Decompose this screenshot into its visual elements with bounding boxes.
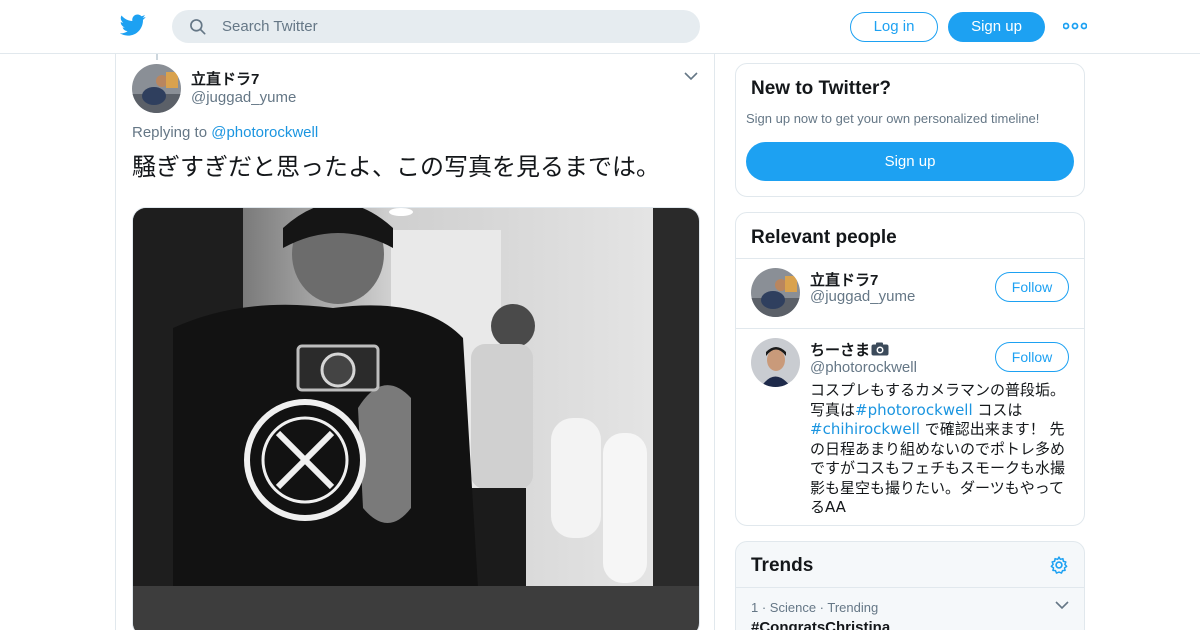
signup-button[interactable]: Sign up [948, 12, 1045, 42]
search-icon [190, 19, 206, 35]
chevron-down-icon[interactable] [684, 71, 698, 81]
more-dots-icon[interactable] [1063, 18, 1087, 34]
person-handle[interactable]: @juggad_yume [810, 288, 915, 305]
top-navigation-bar: Log in Sign up [0, 0, 1200, 54]
gear-icon[interactable] [1049, 555, 1069, 575]
author-name[interactable]: 立直ドラ7 [191, 68, 259, 89]
signup-button-large[interactable]: Sign up [746, 142, 1074, 181]
replying-prefix: Replying to [132, 124, 208, 141]
trend-name[interactable]: #CongratsChristina [751, 619, 890, 630]
author-handle[interactable]: @juggad_yume [191, 89, 296, 106]
trend-meta: 1 · Science · Trending [751, 600, 879, 615]
trend-category: Science [769, 600, 817, 615]
replying-handle-link[interactable]: @photorockwell [211, 124, 318, 141]
module-subtitle: Sign up now to get your own personalized… [746, 111, 1040, 126]
camera-icon [871, 342, 889, 356]
person-name-text: ちーさま [810, 342, 871, 359]
avatar[interactable] [132, 64, 181, 113]
search-bar[interactable] [172, 10, 700, 43]
person-name[interactable]: ちーさま [810, 339, 889, 360]
search-input[interactable] [222, 10, 682, 43]
replying-to: Replying to @photorockwell [132, 124, 318, 141]
trend-rank: 1 [751, 600, 759, 615]
hashtag-link[interactable]: #photorockwell [855, 401, 973, 419]
trends-module: Trends 1 · Science · Trending #CongratsC… [735, 541, 1085, 630]
bio-text: コスは [972, 400, 1023, 419]
person-handle[interactable]: @photorockwell [810, 359, 917, 376]
tweet-permalink: 立直ドラ7 @juggad_yume Replying to @photoroc… [115, 54, 715, 630]
chevron-down-icon[interactable] [1055, 600, 1069, 610]
tweet-text: 騒ぎすぎだと思ったよ、この写真を見るまでは。 [132, 153, 660, 181]
follow-button[interactable]: Follow [995, 342, 1069, 372]
module-title: New to Twitter? [751, 78, 892, 99]
module-title: Relevant people [751, 227, 897, 248]
hashtag-link[interactable]: #chihirockwell [810, 420, 920, 438]
follow-button[interactable]: Follow [995, 272, 1069, 302]
avatar[interactable] [751, 268, 800, 317]
person-bio: コスプレもするカメラマンの普段垢。写真は#photorockwell コスは#c… [810, 381, 1072, 518]
module-title: Trends [751, 555, 814, 576]
login-button[interactable]: Log in [850, 12, 938, 42]
new-to-twitter-module: New to Twitter? Sign up now to get your … [735, 63, 1085, 197]
person-name[interactable]: 立直ドラ7 [810, 269, 878, 290]
divider [736, 587, 1084, 588]
twitter-bird-icon[interactable] [120, 12, 146, 38]
trend-status: Trending [827, 600, 879, 615]
relevant-people-module: Relevant people 立直ドラ7 @juggad_yume Follo… [735, 212, 1085, 526]
divider [736, 258, 1084, 259]
tweet-photo[interactable] [132, 207, 700, 630]
avatar[interactable] [751, 338, 800, 387]
divider [736, 328, 1084, 329]
thread-connector [156, 54, 158, 60]
